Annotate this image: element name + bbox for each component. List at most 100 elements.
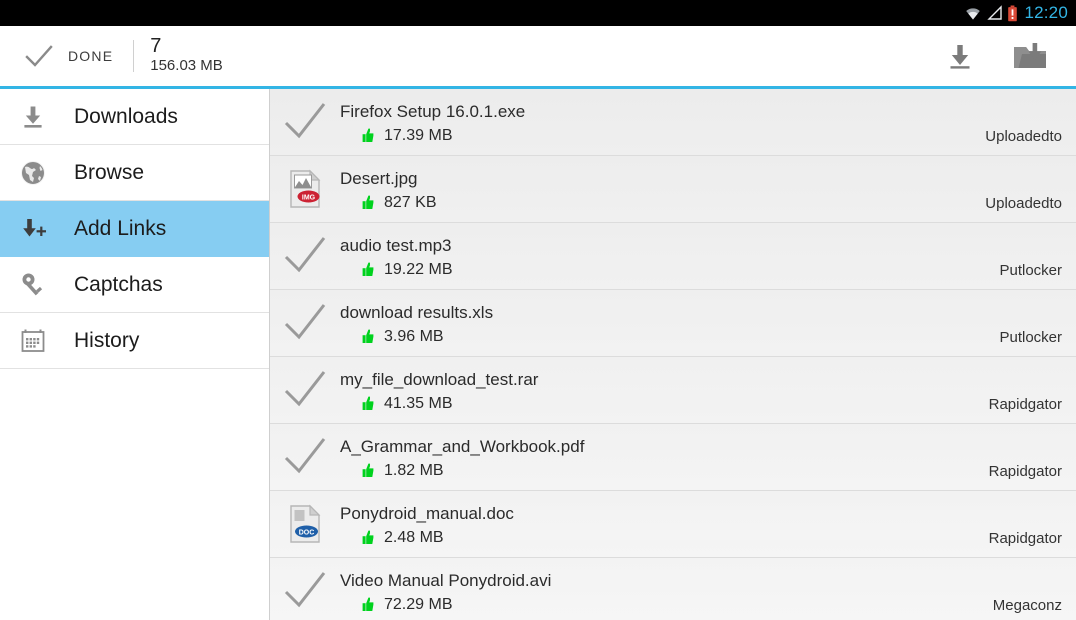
file-size: 827 KB: [384, 193, 437, 211]
sidebar-item-browse[interactable]: Browse: [0, 145, 269, 201]
row-file-icon: [270, 223, 340, 289]
file-size: 41.35 MB: [384, 394, 453, 412]
content-area: Downloads Browse Add Links Captchas Hist…: [0, 89, 1076, 620]
thumbs-up-icon: [358, 328, 375, 345]
sidebar: Downloads Browse Add Links Captchas Hist…: [0, 89, 270, 620]
file-size: 17.39 MB: [384, 126, 453, 144]
file-name: Ponydroid_manual.doc: [340, 504, 514, 524]
sidebar-item-label: Add Links: [74, 216, 167, 240]
sidebar-item-history[interactable]: History: [0, 313, 269, 369]
signal-icon: [987, 5, 1003, 21]
check-icon: [282, 234, 328, 278]
sidebar-item-label: Downloads: [74, 104, 178, 128]
status-bar: 12:20: [0, 0, 1076, 26]
img-file-icon: IMG: [288, 169, 322, 209]
row-file-icon: [270, 89, 340, 155]
table-row[interactable]: download results.xls 3.96 MB Putlocker: [270, 290, 1076, 357]
file-host: Putlocker: [999, 329, 1062, 346]
file-host: Megaconz: [992, 597, 1062, 614]
svg-text:IMG: IMG: [302, 194, 316, 201]
row-details: A_Grammar_and_Workbook.pdf 1.82 MB: [340, 424, 936, 490]
file-name: A_Grammar_and_Workbook.pdf: [340, 437, 585, 457]
thumbs-up-icon: [358, 395, 375, 412]
file-host: Uploadedto: [985, 195, 1062, 212]
row-file-icon: [270, 424, 340, 490]
file-name: Firefox Setup 16.0.1.exe: [340, 102, 526, 122]
sidebar-item-captchas[interactable]: Captchas: [0, 257, 269, 313]
file-host: Rapidgator: [988, 396, 1062, 413]
sidebar-empty-space: [0, 369, 269, 620]
done-button[interactable]: DONE: [0, 26, 133, 86]
done-label: DONE: [68, 48, 114, 64]
file-status: 827 KB: [340, 194, 936, 212]
row-details: Ponydroid_manual.doc 2.48 MB: [340, 491, 936, 557]
row-details: Desert.jpg 827 KB: [340, 156, 936, 222]
table-row[interactable]: IMG Desert.jpg 827 KB Uploadedto: [270, 156, 1076, 223]
total-size: 156.03 MB: [150, 57, 223, 75]
check-icon: [282, 368, 328, 412]
file-status: 72.29 MB: [340, 596, 936, 614]
status-bar-clock: 12:20: [1024, 3, 1068, 22]
action-bar-spacer: [223, 26, 938, 86]
globe-icon: [14, 159, 52, 187]
file-size: 3.96 MB: [384, 327, 444, 345]
download-icon: [945, 41, 975, 71]
check-icon: [282, 569, 328, 613]
sidebar-item-label: History: [74, 328, 140, 352]
file-status: 17.39 MB: [340, 127, 936, 145]
action-bar-actions: [938, 26, 1076, 86]
file-size: 2.48 MB: [384, 528, 444, 546]
thumbs-up-icon: [358, 596, 375, 613]
key-icon: [14, 271, 52, 299]
sidebar-item-downloads[interactable]: Downloads: [0, 89, 269, 145]
file-name: download results.xls: [340, 303, 494, 323]
selection-summary: 7 156.03 MB: [134, 26, 223, 86]
check-icon: [24, 42, 54, 70]
table-row[interactable]: DOC Ponydroid_manual.doc 2.48 MB Rapidga…: [270, 491, 1076, 558]
file-size: 72.29 MB: [384, 595, 453, 613]
table-row[interactable]: my_file_download_test.rar 41.35 MB Rapid…: [270, 357, 1076, 424]
app-window: 12:20 DONE 7 156.03 MB Downloads Browse …: [0, 0, 1076, 620]
row-details: Video Manual Ponydroid.avi 72.29 MB: [340, 558, 936, 620]
table-row[interactable]: A_Grammar_and_Workbook.pdf 1.82 MB Rapid…: [270, 424, 1076, 491]
battery-alert-icon: [1007, 5, 1018, 22]
thumbs-up-icon: [358, 529, 375, 546]
sidebar-item-label: Captchas: [74, 272, 163, 296]
folder-download-icon: [1012, 41, 1048, 71]
file-name: my_file_download_test.rar: [340, 370, 539, 390]
table-row[interactable]: Firefox Setup 16.0.1.exe 17.39 MB Upload…: [270, 89, 1076, 156]
row-file-icon: [270, 290, 340, 356]
row-details: Firefox Setup 16.0.1.exe 17.39 MB: [340, 89, 936, 155]
thumbs-up-icon: [358, 462, 375, 479]
thumbs-up-icon: [358, 194, 375, 211]
file-host: Rapidgator: [988, 463, 1062, 480]
row-details: audio test.mp3 19.22 MB: [340, 223, 936, 289]
table-row[interactable]: Video Manual Ponydroid.avi 72.29 MB Mega…: [270, 558, 1076, 620]
svg-text:DOC: DOC: [299, 529, 315, 536]
row-file-icon: DOC: [270, 491, 340, 557]
wifi-icon: [963, 5, 983, 21]
file-status: 2.48 MB: [340, 529, 936, 547]
sidebar-item-add-links[interactable]: Add Links: [0, 201, 269, 257]
selected-count: 7: [150, 35, 162, 58]
file-size: 19.22 MB: [384, 260, 453, 278]
doc-file-icon: DOC: [288, 504, 322, 544]
sidebar-item-label: Browse: [74, 160, 145, 184]
check-icon: [282, 100, 328, 144]
row-file-icon: [270, 357, 340, 423]
file-name: Desert.jpg: [340, 169, 418, 189]
file-name: Video Manual Ponydroid.avi: [340, 571, 552, 591]
download-button[interactable]: [938, 34, 982, 78]
download-list[interactable]: Firefox Setup 16.0.1.exe 17.39 MB Upload…: [270, 89, 1076, 620]
file-name: audio test.mp3: [340, 236, 452, 256]
calendar-icon: [14, 328, 52, 354]
action-bar: DONE 7 156.03 MB: [0, 26, 1076, 89]
file-status: 19.22 MB: [340, 261, 936, 279]
table-row[interactable]: audio test.mp3 19.22 MB Putlocker: [270, 223, 1076, 290]
file-status: 41.35 MB: [340, 395, 936, 413]
check-icon: [282, 435, 328, 479]
file-status: 3.96 MB: [340, 328, 936, 346]
row-file-icon: IMG: [270, 156, 340, 222]
file-status: 1.82 MB: [340, 462, 936, 480]
folder-download-button[interactable]: [1008, 34, 1052, 78]
